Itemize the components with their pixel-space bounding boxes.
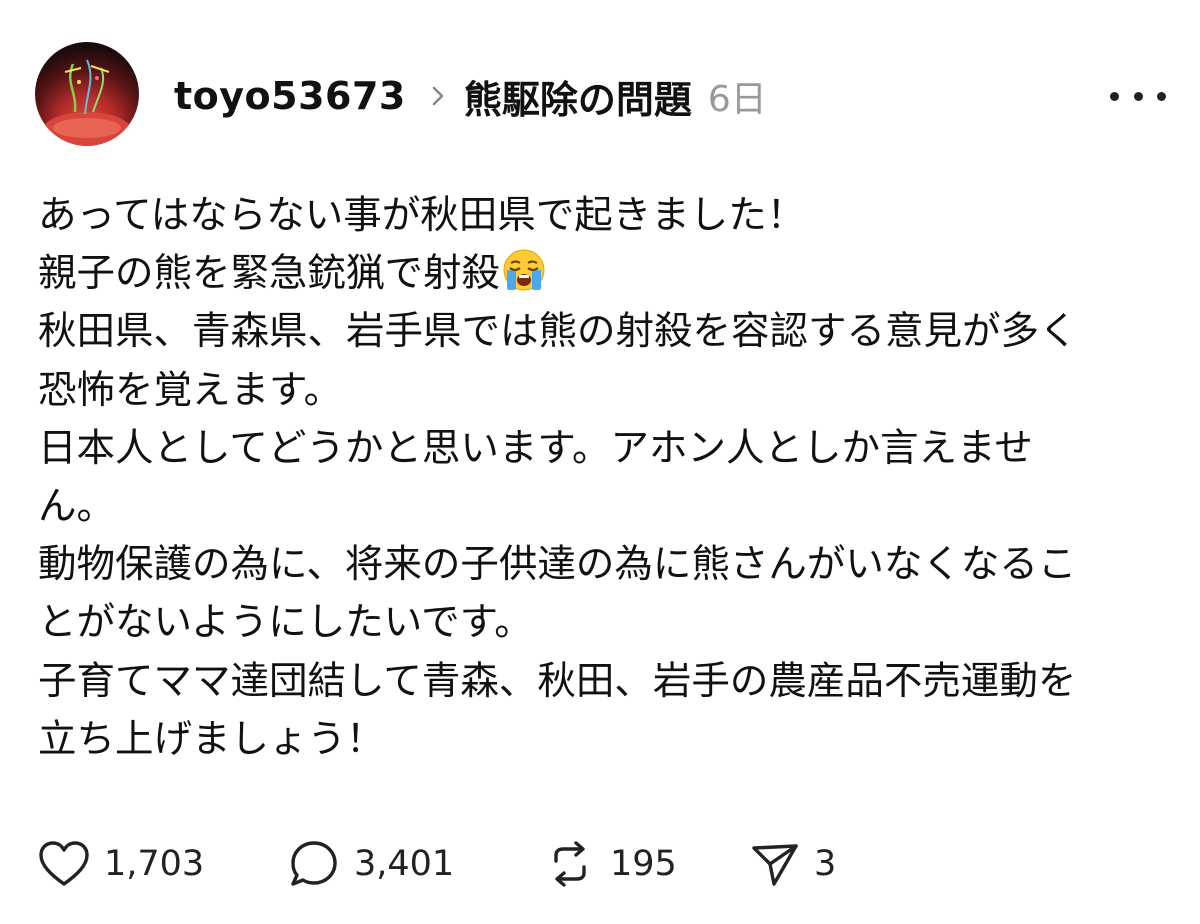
- body-line: 恐怖を覚えます。: [38, 367, 343, 413]
- send-icon: [752, 844, 798, 886]
- username-link[interactable]: toyo53673: [174, 74, 406, 118]
- body-line: 立ち上げましょう！: [38, 716, 385, 762]
- repost-icon: [554, 841, 586, 887]
- heart-icon: [39, 841, 89, 886]
- body-line-with-emoji: 親子の熊を緊急銃猟で射殺: [38, 245, 1158, 303]
- like-count: 1,703: [104, 844, 205, 884]
- more-dot: [1133, 91, 1143, 101]
- body-line: 子育てママ達団結して青森、秋田、岩手の農産品不売運動を: [38, 658, 1077, 704]
- loudly-crying-face-emoji: [503, 249, 545, 291]
- body-line: ん。: [38, 483, 116, 529]
- like-button[interactable]: 1,703: [38, 836, 288, 892]
- chevron-right-icon: [432, 86, 444, 106]
- post-header: toyo53673 熊駆除の問題 6日: [174, 72, 767, 122]
- avatar-image: [43, 59, 131, 146]
- share-button[interactable]: 3: [750, 836, 836, 892]
- avatar[interactable]: [35, 42, 139, 146]
- more-dot: [1157, 91, 1166, 101]
- post-body: あってはならない事が秋田県で起きました！ 親子の熊を緊急銃猟で射殺 秋田県、青森…: [38, 187, 1158, 769]
- body-line-text: 親子の熊を緊急銃猟で射殺: [38, 251, 501, 297]
- body-line: 秋田県、青森県、岩手県では熊の射殺を容認する意見が多く: [38, 309, 1078, 355]
- repost-button[interactable]: 195: [544, 836, 750, 892]
- more-horizontal-icon: [1110, 91, 1119, 101]
- action-bar: 1,703 3,401 195 3: [38, 836, 836, 892]
- more-options-button[interactable]: [1110, 82, 1166, 110]
- reply-count: 3,401: [354, 844, 455, 884]
- body-line: あってはならない事が秋田県で起きました！: [38, 193, 806, 238]
- body-line: 動物保護の為に、将来の子供達の為に熊さんがいなくなるこ: [38, 542, 1077, 588]
- share-count: 3: [814, 844, 837, 884]
- body-line: とがないようにしたいです。: [38, 600, 533, 646]
- topic-link[interactable]: 熊駆除の問題: [464, 69, 692, 124]
- reply-button[interactable]: 3,401: [288, 836, 544, 892]
- post-time: 6日: [707, 79, 767, 120]
- body-line: 日本人としてどうかと思います。アホン人としか言えませ: [38, 425, 1033, 471]
- post: toyo53673 熊駆除の問題 6日 あってはならない事が秋田県で起きました！…: [0, 0, 1200, 924]
- repost-count: 195: [610, 844, 677, 884]
- comment-bubble-icon: [291, 841, 337, 886]
